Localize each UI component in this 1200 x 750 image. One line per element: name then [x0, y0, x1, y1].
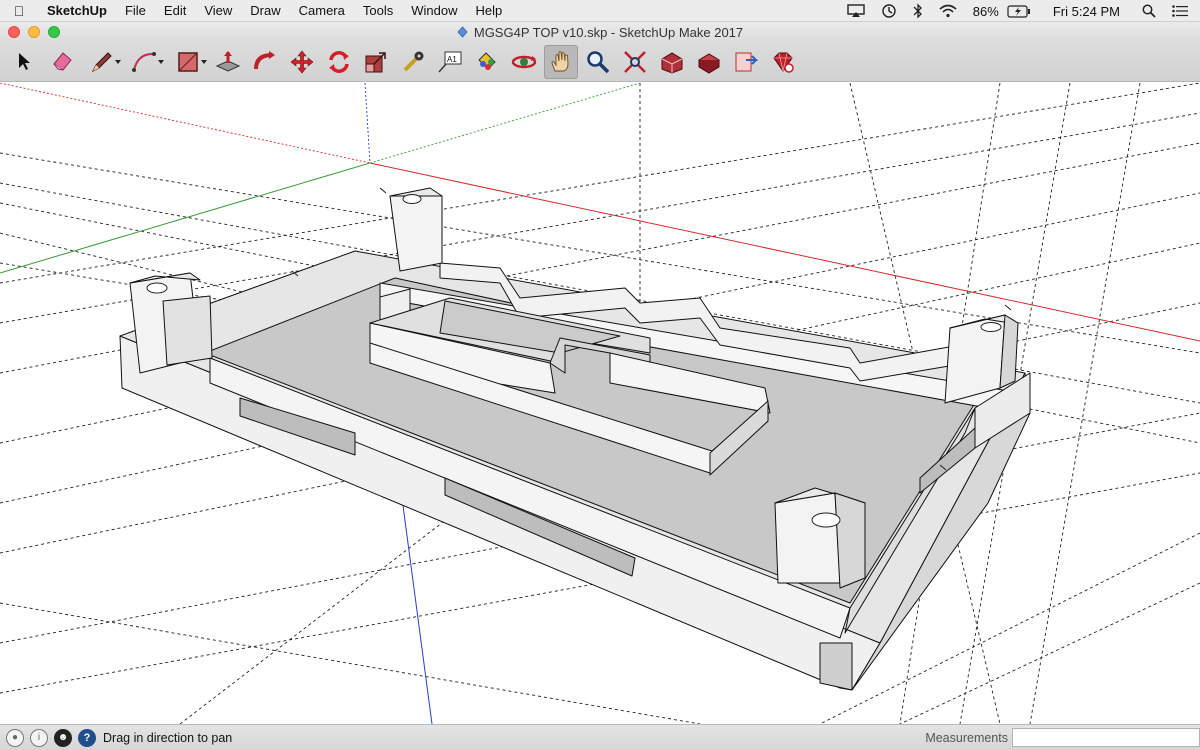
menu-window[interactable]: Window	[402, 3, 466, 18]
push-pull-icon	[215, 50, 241, 72]
paint-bucket-tool-button[interactable]	[470, 45, 504, 79]
credits-icon[interactable]: i	[30, 728, 48, 747]
extension-manager-tool-button[interactable]	[766, 45, 800, 79]
clock[interactable]: Fri 5:24 PM	[1039, 4, 1134, 19]
scale-icon	[365, 51, 386, 72]
pencil-icon	[91, 51, 112, 72]
pan-tool-button[interactable]	[544, 44, 578, 79]
move-tool-button[interactable]	[285, 45, 319, 79]
follow-me-icon	[254, 50, 275, 69]
arrow-cursor-icon	[19, 52, 30, 70]
text-label-icon: A1	[438, 51, 462, 72]
wifi-icon[interactable]	[931, 4, 965, 18]
eraser-tool-button[interactable]	[45, 45, 79, 79]
orbit-tool-button[interactable]	[507, 45, 541, 79]
battery-percent: 86%	[972, 3, 999, 19]
user-account-icon[interactable]: ☻	[54, 728, 72, 747]
line-tool-button[interactable]	[82, 45, 122, 79]
menu-draw[interactable]: Draw	[241, 3, 289, 18]
layout-icon	[735, 52, 758, 71]
menu-edit[interactable]: Edit	[155, 3, 195, 18]
bluetooth-icon[interactable]	[905, 3, 931, 19]
document-icon	[457, 26, 468, 38]
text-tool-button[interactable]: A1	[433, 45, 467, 79]
case-model[interactable]	[119, 187, 1031, 691]
status-bar: ● i ☻ ? Drag in direction to pan Measure…	[0, 724, 1200, 750]
3d-warehouse-tool-button[interactable]	[655, 45, 689, 79]
svg-text:A1: A1	[447, 55, 457, 64]
menu-bar:  SketchUp File Edit View Draw Camera To…	[0, 0, 1200, 22]
apple-menu-icon[interactable]: 	[0, 3, 38, 19]
follow-me-tool-button[interactable]	[248, 45, 282, 79]
green-axis	[0, 162, 371, 274]
battery-charging-icon[interactable]	[1007, 4, 1039, 18]
chevron-down-icon[interactable]	[201, 59, 207, 64]
arc-icon	[132, 51, 156, 72]
model-viewport[interactable]	[0, 83, 1200, 724]
main-toolbar: A1	[0, 42, 1200, 82]
zoom-tool-button[interactable]	[581, 45, 615, 79]
menu-tools[interactable]: Tools	[354, 3, 402, 18]
menu-help[interactable]: Help	[466, 3, 511, 18]
time-machine-icon[interactable]	[873, 3, 905, 19]
red-axis-dashed	[0, 83, 371, 164]
help-icon[interactable]: ?	[78, 728, 96, 747]
tape-measure-tool-button[interactable]	[396, 45, 430, 79]
select-tool-button[interactable]	[8, 45, 42, 79]
measurements-input[interactable]	[1012, 728, 1200, 747]
window-minimize-button[interactable]	[28, 26, 40, 38]
ruby-gem-icon	[773, 52, 794, 73]
warehouse-icon	[661, 51, 683, 74]
magnifier-icon	[587, 50, 610, 73]
eraser-icon	[53, 51, 72, 71]
arc-tool-button[interactable]	[125, 45, 165, 79]
green-axis-dashed	[369, 83, 641, 164]
spotlight-icon[interactable]	[1134, 4, 1164, 18]
scale-tool-button[interactable]	[359, 45, 393, 79]
chevron-down-icon[interactable]	[115, 59, 121, 64]
zoom-extents-tool-button[interactable]	[618, 45, 652, 79]
status-hint: Drag in direction to pan	[103, 730, 233, 745]
window-title: MGSG4P TOP v10.skp - SketchUp Make 2017	[473, 24, 744, 40]
notification-center-icon[interactable]	[1164, 5, 1200, 17]
chevron-down-icon[interactable]	[158, 59, 164, 64]
paint-bucket-icon	[478, 51, 496, 70]
rotate-tool-button[interactable]	[322, 45, 356, 79]
model-canvas[interactable]	[0, 83, 1200, 724]
menu-view[interactable]: View	[195, 3, 241, 18]
airplay-icon[interactable]	[839, 4, 873, 18]
menu-camera[interactable]: Camera	[290, 3, 354, 18]
window-close-button[interactable]	[8, 26, 20, 38]
measurements-label: Measurements	[925, 730, 1008, 745]
push-pull-tool-button[interactable]	[211, 45, 245, 79]
tape-measure-icon	[403, 51, 424, 71]
blue-axis-dashed	[364, 83, 371, 164]
window-title-bar: MGSG4P TOP v10.skp - SketchUp Make 2017	[0, 22, 1200, 42]
rectangle-tool-button[interactable]	[168, 45, 208, 79]
layout-tool-button[interactable]	[729, 45, 763, 79]
move-icon	[290, 50, 314, 73]
menu-sketchup[interactable]: SketchUp	[38, 3, 116, 18]
rectangle-icon	[178, 51, 198, 72]
extension-warehouse-tool-button[interactable]	[692, 45, 726, 79]
geolocation-icon[interactable]: ●	[6, 728, 24, 747]
orbit-icon	[511, 55, 537, 68]
blue-axis	[399, 482, 433, 724]
zoom-extents-icon	[624, 50, 646, 73]
hand-icon	[551, 50, 569, 71]
menu-file[interactable]: File	[116, 3, 155, 18]
rotate-icon	[329, 50, 349, 73]
extension-warehouse-icon	[698, 52, 720, 74]
window-zoom-button[interactable]	[48, 26, 60, 38]
